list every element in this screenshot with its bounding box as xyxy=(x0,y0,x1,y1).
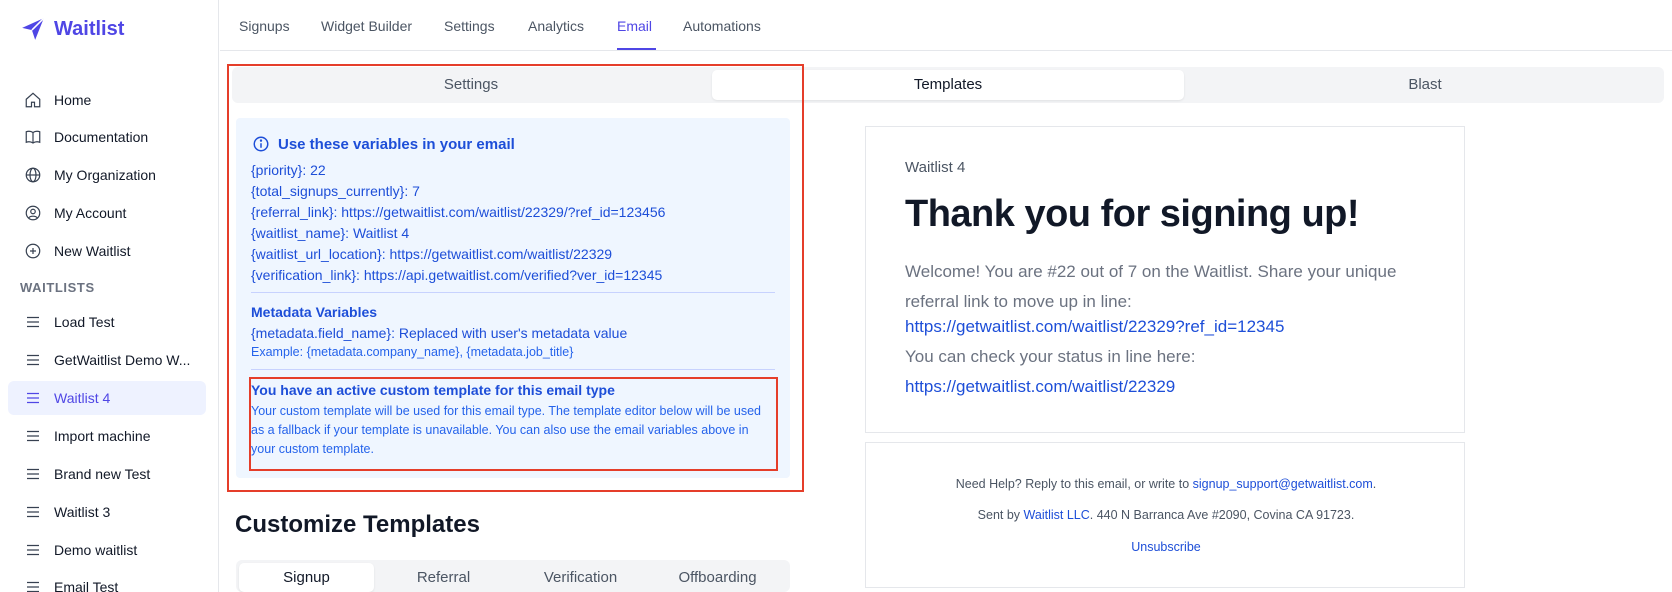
sidebar-waitlist-item[interactable]: Email Test xyxy=(8,570,206,592)
plus-circle-icon xyxy=(25,243,41,259)
sidebar-item-label: Brand new Test xyxy=(54,466,151,482)
sidebar-item-new-waitlist[interactable]: New Waitlist xyxy=(8,234,206,268)
sidebar-waitlist-item[interactable]: Load Test xyxy=(8,305,206,339)
footer-help-prefix: Need Help? Reply to this email, or write… xyxy=(955,477,1190,491)
template-tab-offboarding[interactable]: Offboarding xyxy=(650,563,785,592)
sidebar-item-label: Waitlist 3 xyxy=(54,504,111,520)
sidebar-item-label: Home xyxy=(54,92,92,108)
unsubscribe-link[interactable]: Unsubscribe xyxy=(1131,540,1200,554)
sidebar-item-label: Email Test xyxy=(54,579,119,592)
menu-lines-icon xyxy=(27,544,39,556)
sidebar: Waitlist Home Documentation My Organizat… xyxy=(0,0,219,592)
paper-plane-icon xyxy=(22,17,45,40)
footer-sent-prefix: Sent by xyxy=(977,508,1021,522)
sidebar-item-label: My Account xyxy=(54,205,127,221)
template-tab-referral[interactable]: Referral xyxy=(376,563,511,592)
home-icon xyxy=(25,92,41,108)
segment-blast[interactable]: Blast xyxy=(1189,70,1661,100)
tab-widget-builder[interactable]: Widget Builder xyxy=(321,18,412,34)
sidebar-waitlist-item[interactable]: GetWaitlist Demo W... xyxy=(8,343,206,377)
app-root: Waitlist Home Documentation My Organizat… xyxy=(0,0,1672,592)
brand-name: Waitlist xyxy=(54,17,125,40)
preview-status-text: You can check your status in line here: xyxy=(905,347,1196,366)
sidebar-item-label: Documentation xyxy=(54,129,149,145)
preview-waitlist-name: Waitlist 4 xyxy=(905,159,966,176)
preview-status-link[interactable]: https://getwaitlist.com/waitlist/22329 xyxy=(905,377,1175,397)
template-type-tabs: Signup Referral Verification Offboarding xyxy=(236,560,790,592)
menu-lines-icon xyxy=(27,392,39,404)
sidebar-item-label: My Organization xyxy=(54,167,156,183)
tab-settings[interactable]: Settings xyxy=(444,18,495,34)
active-tab-indicator xyxy=(617,48,656,50)
sidebar-waitlist-item[interactable]: Waitlist 3 xyxy=(8,495,206,529)
footer-address: . 440 N Barranca Ave #2090, Covina CA 91… xyxy=(1089,508,1355,522)
tab-email[interactable]: Email xyxy=(617,18,652,34)
sidebar-item-my-account[interactable]: My Account xyxy=(8,196,206,230)
sidebar-item-label: Waitlist 4 xyxy=(54,390,111,406)
footer-unsubscribe-line: Unsubscribe xyxy=(866,540,1466,554)
tab-automations[interactable]: Automations xyxy=(683,18,761,34)
waitlists-section-label: WAITLISTS xyxy=(20,280,95,295)
sidebar-waitlist-item[interactable]: Import machine xyxy=(8,419,206,453)
email-footer: Need Help? Reply to this email, or write… xyxy=(865,442,1465,588)
footer-company-link[interactable]: Waitlist LLC xyxy=(1024,508,1090,522)
sidebar-item-documentation[interactable]: Documentation xyxy=(8,120,206,154)
menu-lines-icon xyxy=(27,581,39,592)
tab-signups[interactable]: Signups xyxy=(239,18,290,34)
sidebar-item-label: Load Test xyxy=(54,314,115,330)
sidebar-item-label: New Waitlist xyxy=(54,243,131,259)
footer-help-line: Need Help? Reply to this email, or write… xyxy=(866,477,1466,491)
sidebar-item-home[interactable]: Home xyxy=(8,83,206,117)
sidebar-waitlist-item[interactable]: Brand new Test xyxy=(8,457,206,491)
menu-lines-icon xyxy=(27,468,39,480)
menu-lines-icon xyxy=(27,354,39,366)
menu-lines-icon xyxy=(27,316,39,328)
menu-lines-icon xyxy=(27,506,39,518)
preview-body: Welcome! You are #22 out of 7 on the Wai… xyxy=(905,262,1397,311)
sidebar-item-label: Demo waitlist xyxy=(54,542,138,558)
template-tab-signup[interactable]: Signup xyxy=(239,563,374,592)
email-preview: Waitlist 4 Thank you for signing up! Wel… xyxy=(865,126,1465,433)
sidebar-item-my-organization[interactable]: My Organization xyxy=(8,158,206,192)
annotation-box-inner xyxy=(249,377,778,471)
preview-referral-link[interactable]: https://getwaitlist.com/waitlist/22329?r… xyxy=(905,317,1284,337)
sidebar-waitlist-item-active[interactable]: Waitlist 4 xyxy=(8,381,206,415)
top-nav: Signups Widget Builder Settings Analytic… xyxy=(220,0,1672,51)
book-icon xyxy=(25,130,41,144)
sidebar-waitlist-item[interactable]: Demo waitlist xyxy=(8,533,206,567)
tab-analytics[interactable]: Analytics xyxy=(528,18,584,34)
user-circle-icon xyxy=(25,205,41,221)
menu-lines-icon xyxy=(27,430,39,442)
sidebar-item-label: Import machine xyxy=(54,428,151,444)
footer-help-email[interactable]: signup_support@getwaitlist.com xyxy=(1193,477,1373,491)
brand-logo[interactable]: Waitlist xyxy=(20,16,124,42)
customize-templates-title: Customize Templates xyxy=(235,511,480,538)
sidebar-item-label: GetWaitlist Demo W... xyxy=(54,352,191,368)
footer-help-suffix: . xyxy=(1372,477,1377,491)
preview-heading: Thank you for signing up! xyxy=(905,193,1360,235)
globe-icon xyxy=(25,167,41,183)
template-tab-verification[interactable]: Verification xyxy=(513,563,648,592)
footer-sent-line: Sent by Waitlist LLC. 440 N Barranca Ave… xyxy=(866,508,1466,522)
